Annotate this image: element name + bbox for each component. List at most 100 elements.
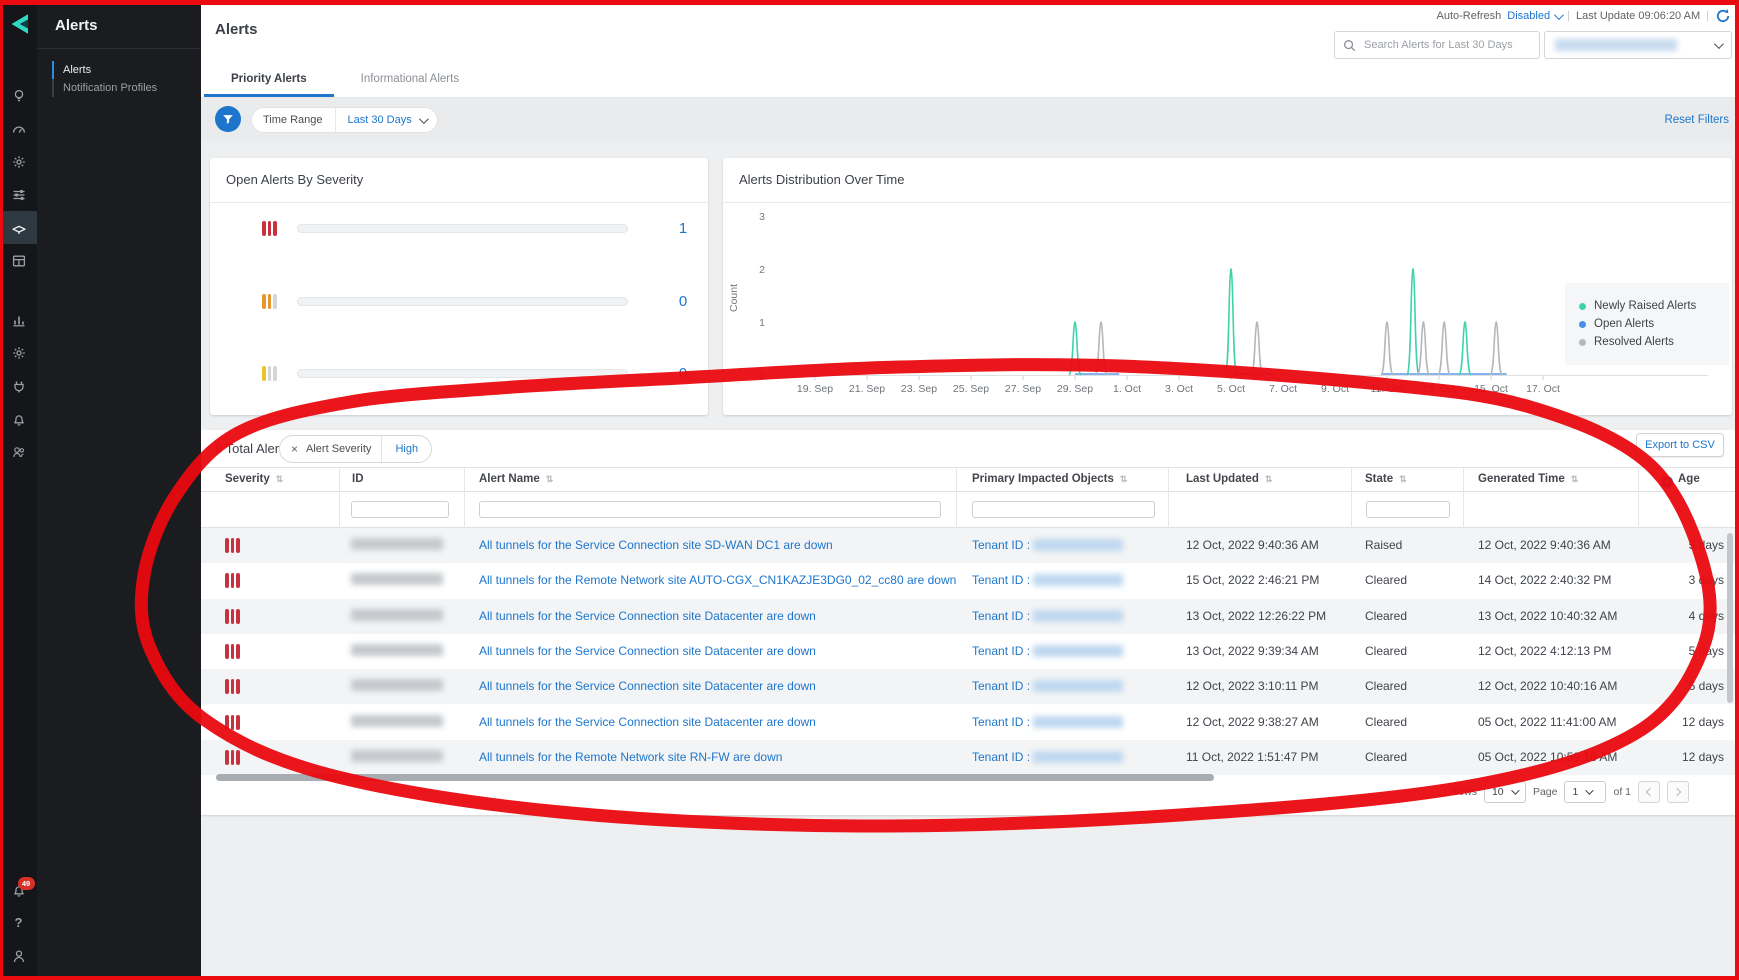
table-row[interactable]: All tunnels for the Remote Network site … — [201, 740, 1739, 775]
time-range-filter[interactable]: Time Range Last 30 Days — [251, 107, 438, 133]
tenant-id-link[interactable]: Tenant ID : — [972, 573, 1030, 587]
tab-informational-alerts[interactable]: Informational Alerts — [334, 64, 486, 97]
rail-item-integrations-plug[interactable] — [0, 369, 37, 402]
svg-text:9. Oct: 9. Oct — [1321, 383, 1349, 395]
filter-input-id[interactable] — [351, 501, 449, 518]
alert-name-link[interactable]: All tunnels for the Service Connection s… — [479, 715, 816, 729]
filter-input-alert-name[interactable] — [479, 501, 941, 518]
alert-name-link[interactable]: All tunnels for the Remote Network site … — [479, 750, 782, 764]
tenant-id-link[interactable]: Tenant ID : — [972, 750, 1030, 764]
svg-text:15. Oct: 15. Oct — [1474, 383, 1508, 395]
table-row[interactable]: All tunnels for the Service Connection s… — [201, 669, 1739, 704]
open-alerts-by-severity-card: Open Alerts By Severity 100 — [210, 158, 708, 415]
page-select[interactable]: 1 — [1564, 781, 1606, 803]
rail-item-help[interactable]: ? — [0, 906, 37, 939]
filter-bar: Time Range Last 30 Days Reset Filters — [201, 98, 1739, 141]
tenant-id-link[interactable]: Tenant ID : — [972, 538, 1030, 552]
sort-icon[interactable]: ⇅ — [1399, 474, 1407, 484]
chevron-right-icon — [1673, 788, 1681, 796]
tenant-id-link[interactable]: Tenant ID : — [972, 609, 1030, 623]
last-updated-cell: 13 Oct, 2022 9:39:34 AM — [1186, 644, 1319, 658]
tenant-id-redacted — [1033, 610, 1123, 622]
legend-item-newly-raised-alerts[interactable]: Newly Raised Alerts — [1579, 300, 1715, 312]
help-icon: ? — [15, 915, 23, 930]
rail-item-console[interactable] — [0, 211, 37, 244]
refresh-icon[interactable] — [1715, 8, 1731, 24]
rail-item-notification-bell[interactable]: 49 — [0, 873, 37, 906]
column-header-state[interactable]: State⇅ — [1365, 473, 1407, 485]
sort-icon[interactable]: ⇅ — [1571, 474, 1579, 484]
legend-dot-icon — [1579, 303, 1586, 310]
horizontal-scrollbar[interactable] — [216, 774, 1214, 781]
rail-item-apps-grid[interactable] — [0, 244, 37, 277]
rail-item-lightbulb[interactable] — [0, 79, 37, 112]
auto-refresh-toggle[interactable]: Disabled — [1507, 10, 1561, 22]
alert-name-link[interactable]: All tunnels for the Service Connection s… — [479, 679, 816, 693]
sort-icon[interactable]: ⇅ — [1265, 474, 1273, 484]
age-cell: 12 days — [1631, 715, 1724, 729]
filter-input-primary-impacted-objects[interactable] — [972, 501, 1155, 518]
next-page-button[interactable] — [1667, 781, 1689, 803]
chip-value[interactable]: High — [382, 443, 431, 455]
table-row[interactable]: All tunnels for the Service Connection s… — [201, 528, 1739, 563]
sort-icon[interactable]: ⇅ — [1120, 474, 1128, 484]
rail-item-workflow[interactable] — [0, 178, 37, 211]
tenant-id-link[interactable]: Tenant ID : — [972, 679, 1030, 693]
legend-item-resolved-alerts[interactable]: Resolved Alerts — [1579, 336, 1715, 348]
rail-item-dashboard[interactable] — [0, 112, 37, 145]
column-divider — [1168, 467, 1169, 528]
rail-item-bell[interactable] — [0, 402, 37, 435]
legend-item-open-alerts[interactable]: Open Alerts — [1579, 318, 1715, 330]
column-header-generated-time[interactable]: Generated Time⇅ — [1478, 473, 1578, 485]
alert-name-link[interactable]: All tunnels for the Service Connection s… — [479, 644, 816, 658]
prev-page-button[interactable] — [1638, 781, 1660, 803]
alert-name-link[interactable]: All tunnels for the Remote Network site … — [479, 573, 956, 587]
filter-funnel-button[interactable] — [215, 106, 241, 132]
topbar: Alerts Auto-Refresh Disabled | Last Upda… — [201, 0, 1739, 64]
age-cell: 4 days — [1631, 609, 1724, 623]
table-row[interactable]: All tunnels for the Service Connection s… — [201, 634, 1739, 669]
table-row[interactable]: All tunnels for the Remote Network site … — [201, 563, 1739, 598]
primary-impacted-object: Tenant ID : — [972, 644, 1123, 658]
tenant-selector[interactable] — [1544, 31, 1732, 59]
pagination: Rows 10 Page 1 of 1 — [1451, 781, 1689, 803]
reset-filters-link[interactable]: Reset Filters — [1664, 98, 1729, 141]
chevron-down-icon — [1714, 39, 1724, 49]
rail-item-settings-gear[interactable] — [0, 145, 37, 178]
column-divider — [464, 467, 465, 528]
tab-priority-alerts[interactable]: Priority Alerts — [204, 64, 334, 97]
filter-input-state[interactable] — [1366, 501, 1450, 518]
table-row[interactable]: All tunnels for the Service Connection s… — [201, 599, 1739, 634]
rail-item-gear[interactable] — [0, 336, 37, 369]
users-icon — [11, 444, 27, 460]
column-header-severity[interactable]: Severity⇅ — [225, 473, 283, 485]
rows-per-page-select[interactable]: 10 — [1484, 781, 1526, 803]
table-row[interactable]: All tunnels for the Service Connection s… — [201, 705, 1739, 740]
chip-close-icon[interactable]: × — [280, 442, 306, 456]
age-cell: 12 days — [1631, 750, 1724, 764]
tenant-id-link[interactable]: Tenant ID : — [972, 644, 1030, 658]
sidebar-item-notification-profiles[interactable]: Notification Profiles — [52, 79, 201, 97]
sidebar-item-alerts[interactable]: Alerts — [52, 61, 201, 79]
column-header-alert-name[interactable]: Alert Name⇅ — [479, 473, 553, 485]
export-csv-button[interactable]: Export to CSV — [1636, 433, 1724, 457]
column-header-last-updated[interactable]: Last Updated⇅ — [1186, 473, 1272, 485]
sort-icon[interactable]: ⇅ — [276, 474, 284, 484]
rail-item-users[interactable] — [0, 435, 37, 468]
primary-impacted-object: Tenant ID : — [972, 679, 1123, 693]
sort-icon[interactable]: ⇅ — [546, 474, 554, 484]
tenant-id-link[interactable]: Tenant ID : — [972, 715, 1030, 729]
rail-item-profile[interactable] — [0, 939, 37, 972]
info-icon[interactable]: i — [1661, 476, 1673, 488]
vertical-scrollbar[interactable] — [1727, 533, 1733, 703]
svg-text:13. Oct: 13. Oct — [1422, 383, 1456, 395]
rail-item-activity-bars[interactable] — [0, 303, 37, 336]
alert-name-link[interactable]: All tunnels for the Service Connection s… — [479, 609, 816, 623]
alert-name-link[interactable]: All tunnels for the Service Connection s… — [479, 538, 833, 552]
state-cell: Cleared — [1365, 715, 1407, 729]
column-header-primary-impacted-objects[interactable]: Primary Impacted Objects⇅ — [972, 473, 1127, 485]
time-range-value[interactable]: Last 30 Days — [336, 114, 438, 126]
search-input[interactable] — [1362, 38, 1531, 52]
app-logo-icon[interactable] — [7, 12, 31, 36]
svg-text:29. Sep: 29. Sep — [1057, 383, 1093, 395]
